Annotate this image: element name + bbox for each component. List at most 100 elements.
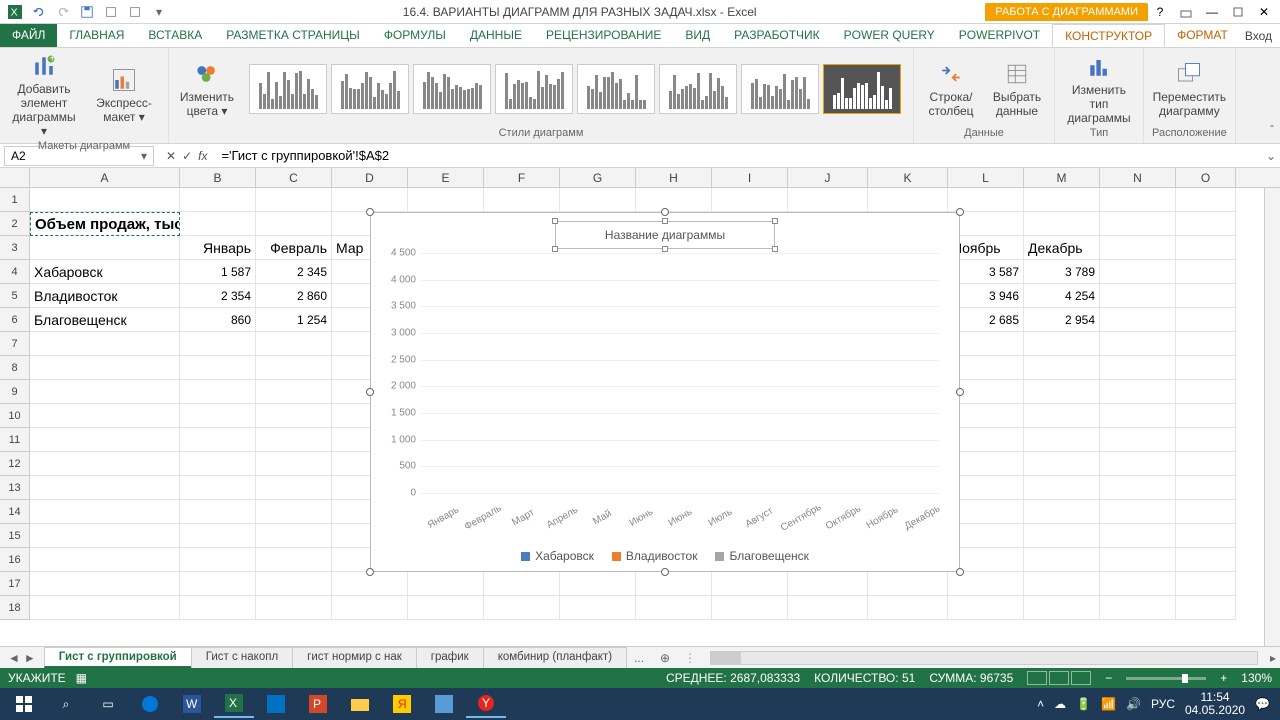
cell[interactable] bbox=[1100, 428, 1176, 452]
cell[interactable]: Благовещенск bbox=[30, 308, 180, 332]
formula-input[interactable] bbox=[215, 146, 1262, 165]
col-header[interactable]: H bbox=[636, 168, 712, 187]
cell[interactable] bbox=[180, 404, 256, 428]
row-header[interactable]: 17 bbox=[0, 572, 30, 596]
cell[interactable] bbox=[1100, 380, 1176, 404]
cell[interactable] bbox=[180, 452, 256, 476]
minimize-icon[interactable]: — bbox=[1200, 2, 1224, 22]
cell[interactable] bbox=[332, 596, 408, 620]
add-chart-element-button[interactable]: + Добавить элемент диаграммы ▾ bbox=[8, 52, 80, 138]
chart-handle[interactable] bbox=[661, 568, 669, 576]
row-header[interactable]: 10 bbox=[0, 404, 30, 428]
tab-powerquery[interactable]: POWER QUERY bbox=[832, 24, 947, 47]
add-sheet-icon[interactable]: ⊕ bbox=[652, 651, 678, 665]
cell[interactable] bbox=[1176, 236, 1236, 260]
tab-powerpivot[interactable]: POWERPIVOT bbox=[947, 24, 1052, 47]
cell[interactable] bbox=[256, 428, 332, 452]
sheet-nav-prev-icon[interactable]: ◄ bbox=[8, 651, 20, 665]
cell[interactable] bbox=[30, 524, 180, 548]
chart-style-thumb[interactable] bbox=[659, 64, 737, 114]
tray-cloud-icon[interactable]: ☁ bbox=[1054, 697, 1066, 711]
col-header[interactable]: J bbox=[788, 168, 868, 187]
tab-design[interactable]: КОНСТРУКТОР bbox=[1052, 24, 1165, 47]
cancel-formula-icon[interactable]: ✕ bbox=[166, 149, 176, 163]
redo-icon[interactable] bbox=[52, 2, 74, 22]
chart-style-thumb[interactable] bbox=[495, 64, 573, 114]
sheet-tab[interactable]: Гист с накопл bbox=[191, 647, 293, 668]
maximize-icon[interactable] bbox=[1226, 2, 1250, 22]
tab-formulas[interactable]: ФОРМУЛЫ bbox=[372, 24, 458, 47]
row-header[interactable]: 14 bbox=[0, 500, 30, 524]
cell[interactable] bbox=[1024, 500, 1100, 524]
tab-data[interactable]: ДАННЫЕ bbox=[458, 24, 534, 47]
cell[interactable] bbox=[30, 380, 180, 404]
plot-area[interactable]: 05001 0001 5002 0002 5003 0003 5004 0004… bbox=[421, 253, 939, 493]
cell[interactable] bbox=[788, 596, 868, 620]
save-icon[interactable] bbox=[76, 2, 98, 22]
cell[interactable] bbox=[948, 596, 1024, 620]
tray-volume-icon[interactable]: 🔊 bbox=[1126, 697, 1141, 711]
cell[interactable] bbox=[1176, 428, 1236, 452]
cell[interactable] bbox=[30, 596, 180, 620]
legend-item[interactable]: Хабаровск bbox=[521, 549, 594, 563]
cell[interactable] bbox=[1176, 452, 1236, 476]
cell[interactable] bbox=[788, 572, 868, 596]
chart-style-thumb[interactable] bbox=[577, 64, 655, 114]
cell[interactable] bbox=[180, 356, 256, 380]
cell[interactable] bbox=[636, 188, 712, 212]
chart-handle[interactable] bbox=[956, 568, 964, 576]
cell[interactable] bbox=[180, 596, 256, 620]
col-header[interactable]: D bbox=[332, 168, 408, 187]
cell[interactable] bbox=[1176, 404, 1236, 428]
chart-handle[interactable] bbox=[661, 208, 669, 216]
cell[interactable] bbox=[1176, 548, 1236, 572]
view-normal-icon[interactable] bbox=[1027, 671, 1047, 685]
cell[interactable] bbox=[180, 572, 256, 596]
cell[interactable] bbox=[256, 476, 332, 500]
cell[interactable] bbox=[1176, 284, 1236, 308]
cell[interactable] bbox=[712, 572, 788, 596]
cell[interactable] bbox=[30, 428, 180, 452]
sheet-tab[interactable]: комбинир (планфакт) bbox=[483, 647, 627, 668]
cell[interactable]: 2 354 bbox=[180, 284, 256, 308]
file-explorer-icon[interactable] bbox=[340, 690, 380, 718]
vertical-scrollbar[interactable] bbox=[1264, 188, 1280, 646]
cell[interactable] bbox=[484, 188, 560, 212]
cell[interactable] bbox=[1024, 596, 1100, 620]
tab-format[interactable]: ФОРМАТ bbox=[1165, 24, 1240, 47]
undo-icon[interactable] bbox=[28, 2, 50, 22]
row-header[interactable]: 12 bbox=[0, 452, 30, 476]
cell[interactable] bbox=[30, 356, 180, 380]
switch-row-col-button[interactable]: Строка/столбец bbox=[922, 60, 980, 118]
cell[interactable] bbox=[788, 188, 868, 212]
cell[interactable] bbox=[1100, 308, 1176, 332]
cell[interactable] bbox=[868, 572, 948, 596]
cell[interactable] bbox=[408, 596, 484, 620]
view-pagelayout-icon[interactable] bbox=[1049, 671, 1069, 685]
name-box-dropdown-icon[interactable]: ▾ bbox=[141, 149, 147, 163]
cell[interactable]: 2 345 bbox=[256, 260, 332, 284]
cell[interactable] bbox=[180, 524, 256, 548]
notifications-icon[interactable]: 💬 bbox=[1255, 697, 1270, 711]
cell[interactable] bbox=[30, 500, 180, 524]
tab-insert[interactable]: ВСТАВКА bbox=[136, 24, 214, 47]
chart-handle[interactable] bbox=[366, 568, 374, 576]
expand-formula-bar-icon[interactable]: ⌄ bbox=[1262, 149, 1280, 163]
cell[interactable] bbox=[1176, 356, 1236, 380]
cell[interactable]: 2 954 bbox=[1024, 308, 1100, 332]
excel-taskbar-icon[interactable]: X bbox=[214, 690, 254, 718]
cell[interactable] bbox=[1100, 260, 1176, 284]
cell[interactable] bbox=[180, 476, 256, 500]
legend-item[interactable]: Владивосток bbox=[612, 549, 698, 563]
cell[interactable] bbox=[560, 188, 636, 212]
change-colors-button[interactable]: Изменить цвета ▾ bbox=[177, 60, 237, 118]
chart-handle[interactable] bbox=[956, 388, 964, 396]
cell[interactable] bbox=[256, 452, 332, 476]
col-header[interactable]: O bbox=[1176, 168, 1236, 187]
cell[interactable] bbox=[1024, 212, 1100, 236]
app-icon-2[interactable] bbox=[424, 690, 464, 718]
cell[interactable] bbox=[180, 428, 256, 452]
cell[interactable] bbox=[1024, 380, 1100, 404]
cell[interactable] bbox=[1100, 188, 1176, 212]
cell[interactable] bbox=[30, 236, 180, 260]
